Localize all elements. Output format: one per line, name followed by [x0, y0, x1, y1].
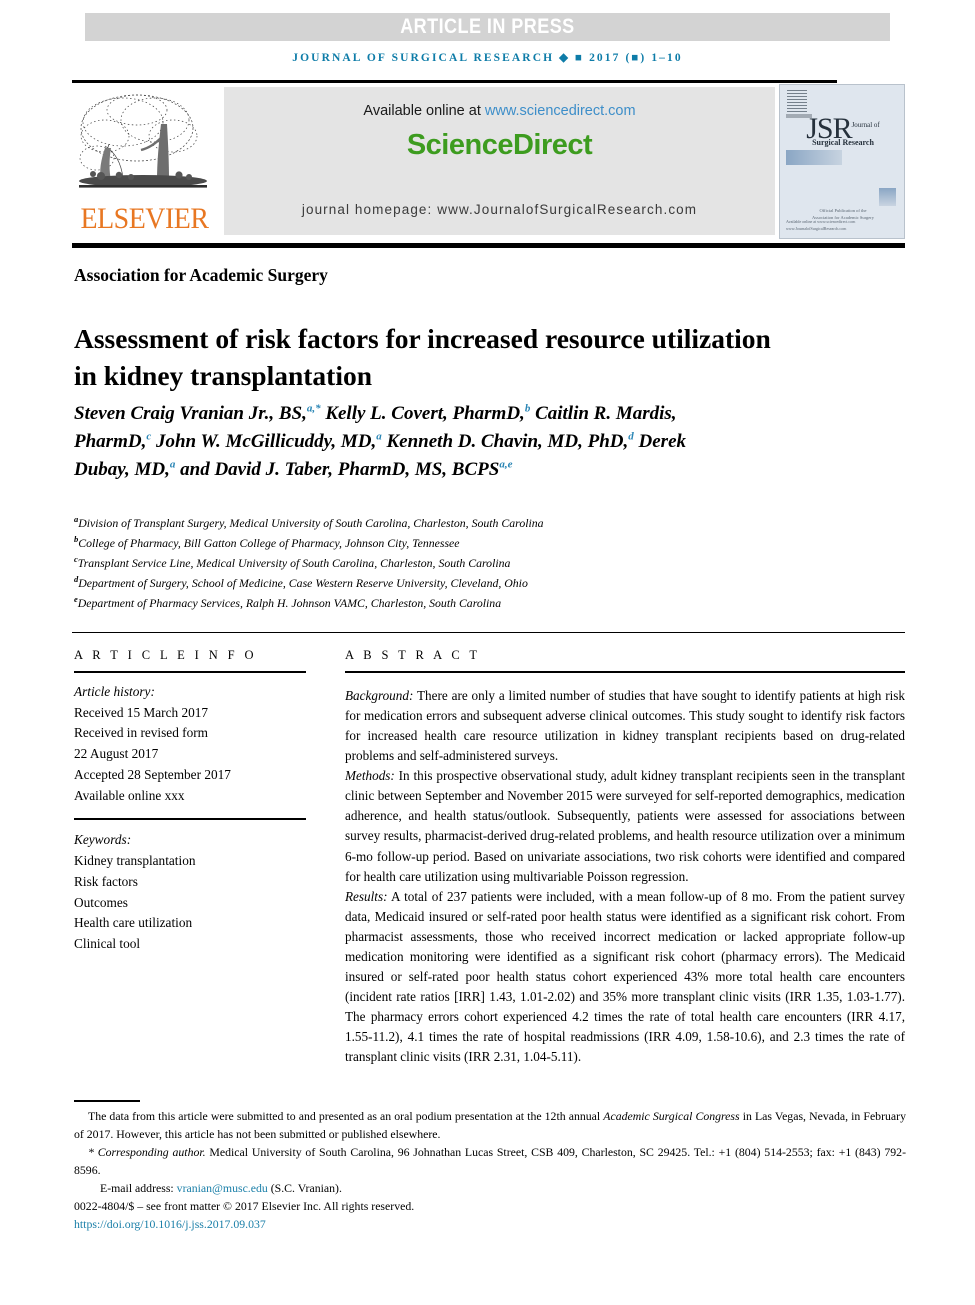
keywords-block: Keywords: Kidney transplantation Risk fac…: [74, 830, 306, 954]
society-line: Association for Academic Surgery: [74, 265, 328, 285]
footnote-doi-link[interactable]: https://doi.org/10.1016/j.jss.2017.09.03…: [74, 1216, 906, 1234]
sciencedirect-url-link[interactable]: www.sciencedirect.com: [485, 103, 636, 119]
top-rule: [72, 80, 837, 83]
elsevier-logo: ELSEVIER: [72, 84, 217, 240]
available-online-line: Available online at www.sciencedirect.co…: [224, 103, 775, 119]
keyword-item: Health care utilization: [74, 915, 193, 931]
author-list: Steven Craig Vranian Jr., BS,a,* Kelly L…: [74, 402, 687, 481]
cover-title-superscript: Journal of: [851, 121, 880, 129]
abstract-section: Results: A total of 237 patients were in…: [345, 888, 905, 1065]
article-info-heading: A R T I C L E I N F O: [74, 648, 257, 662]
abstract-column: A B S T R A C T Background: There are on…: [345, 648, 905, 1067]
footnote-rule: [74, 1100, 140, 1102]
keywords-label: Keywords:: [74, 832, 132, 848]
abstract-rule: [345, 671, 905, 673]
abstract-heading: A B S T R A C T: [345, 648, 481, 662]
sciencedirect-wordmark: ScienceDirect: [406, 129, 593, 161]
page-title: Assessment of risk factors for increased…: [74, 323, 771, 391]
masthead-bottom-rule: [72, 243, 905, 248]
article-history-item: Available online xxx: [74, 787, 185, 803]
article-in-press-banner: ARTICLE IN PRESS: [85, 13, 890, 41]
cover-accent-bar-right: [879, 188, 896, 206]
affiliation-list: aDivision of Transplant Surgery, Medical…: [74, 513, 714, 613]
abstract-section: Background: There are only a limited num…: [345, 688, 905, 764]
affiliation-item: dDepartment of Surgery, School of Medici…: [74, 574, 528, 591]
article-history-item: 22 August 2017: [74, 746, 159, 762]
article-history-label: Article history:: [74, 684, 155, 699]
affiliation-item: aDivision of Transplant Surgery, Medical…: [74, 514, 544, 530]
cover-elsevier-mark-icon: [787, 90, 807, 112]
abstract-section: Methods: In this prospective observation…: [345, 768, 905, 884]
keyword-item: Outcomes: [74, 894, 128, 910]
article-history-items: Received 15 March 2017 Received in revise…: [74, 703, 306, 807]
article-info-divider: [74, 818, 306, 821]
article-history-block: Article history: Received 15 March 2017 R…: [74, 682, 306, 806]
masthead: ELSEVIER Available online at www.science…: [72, 84, 905, 240]
affiliation-item: eDepartment of Pharmacy Services, Ralph …: [74, 594, 502, 611]
abstract-section-label: Methods:: [345, 768, 395, 784]
footnote-block: The data from this article were submitte…: [74, 1108, 906, 1233]
footnote-presentation: The data from this article were submitte…: [74, 1109, 906, 1141]
sciencedirect-panel: Available online at www.sciencedirect.co…: [224, 87, 775, 235]
keyword-item: Kidney transplantation: [74, 853, 196, 869]
article-history-item: Received 15 March 2017: [74, 704, 209, 720]
footnote-corresponding-author: * Corresponding author. Medical Universi…: [74, 1144, 907, 1177]
article-history-item: Accepted 28 September 2017: [74, 766, 231, 782]
footnote-email: E-mail address: vranian@musc.edu (S.C. V…: [100, 1180, 342, 1195]
abstract-body: Background: There are only a limited num…: [345, 686, 905, 1067]
footnote-copyright: 0022-4804/$ – see front matter © 2017 El…: [74, 1198, 415, 1213]
keyword-item: Clinical tool: [74, 936, 141, 952]
journal-homepage-link[interactable]: journal homepage: www.JournalofSurgicalR…: [224, 202, 775, 217]
article-in-press-label: ARTICLE IN PRESS: [400, 15, 575, 38]
elsevier-tree-icon: [79, 94, 207, 188]
available-online-prefix: Available online at: [363, 103, 485, 119]
article-info-rule: [74, 671, 306, 673]
abstract-section-label: Background:: [345, 688, 414, 703]
journal-cover-thumbnail: JSRJournal of Surgical Research Official…: [779, 84, 905, 239]
cover-accent-bar-left: [786, 150, 842, 165]
keyword-items: Kidney transplantation Risk factors Outcom…: [74, 851, 306, 955]
cover-footer: Available online at www.sciencedirect.co…: [786, 219, 856, 231]
abstract-section-label: Results:: [345, 888, 388, 904]
article-history-item: Received in revised form: [74, 725, 209, 741]
elsevier-wordmark: ELSEVIER: [80, 202, 209, 235]
keyword-item: Risk factors: [74, 873, 138, 889]
journal-running-head: JOURNAL OF SURGICAL RESEARCH ◆ ■ 2017 (■…: [292, 52, 683, 64]
columns-top-rule: [72, 632, 905, 633]
cover-subtitle: Surgical Research: [812, 138, 874, 147]
affiliation-item: cTransplant Service Line, Medical Univer…: [74, 554, 511, 570]
article-info-column: A R T I C L E I N F O Article history: R…: [74, 648, 306, 955]
affiliation-item: bCollege of Pharmacy, Bill Gatton Colleg…: [74, 534, 460, 550]
